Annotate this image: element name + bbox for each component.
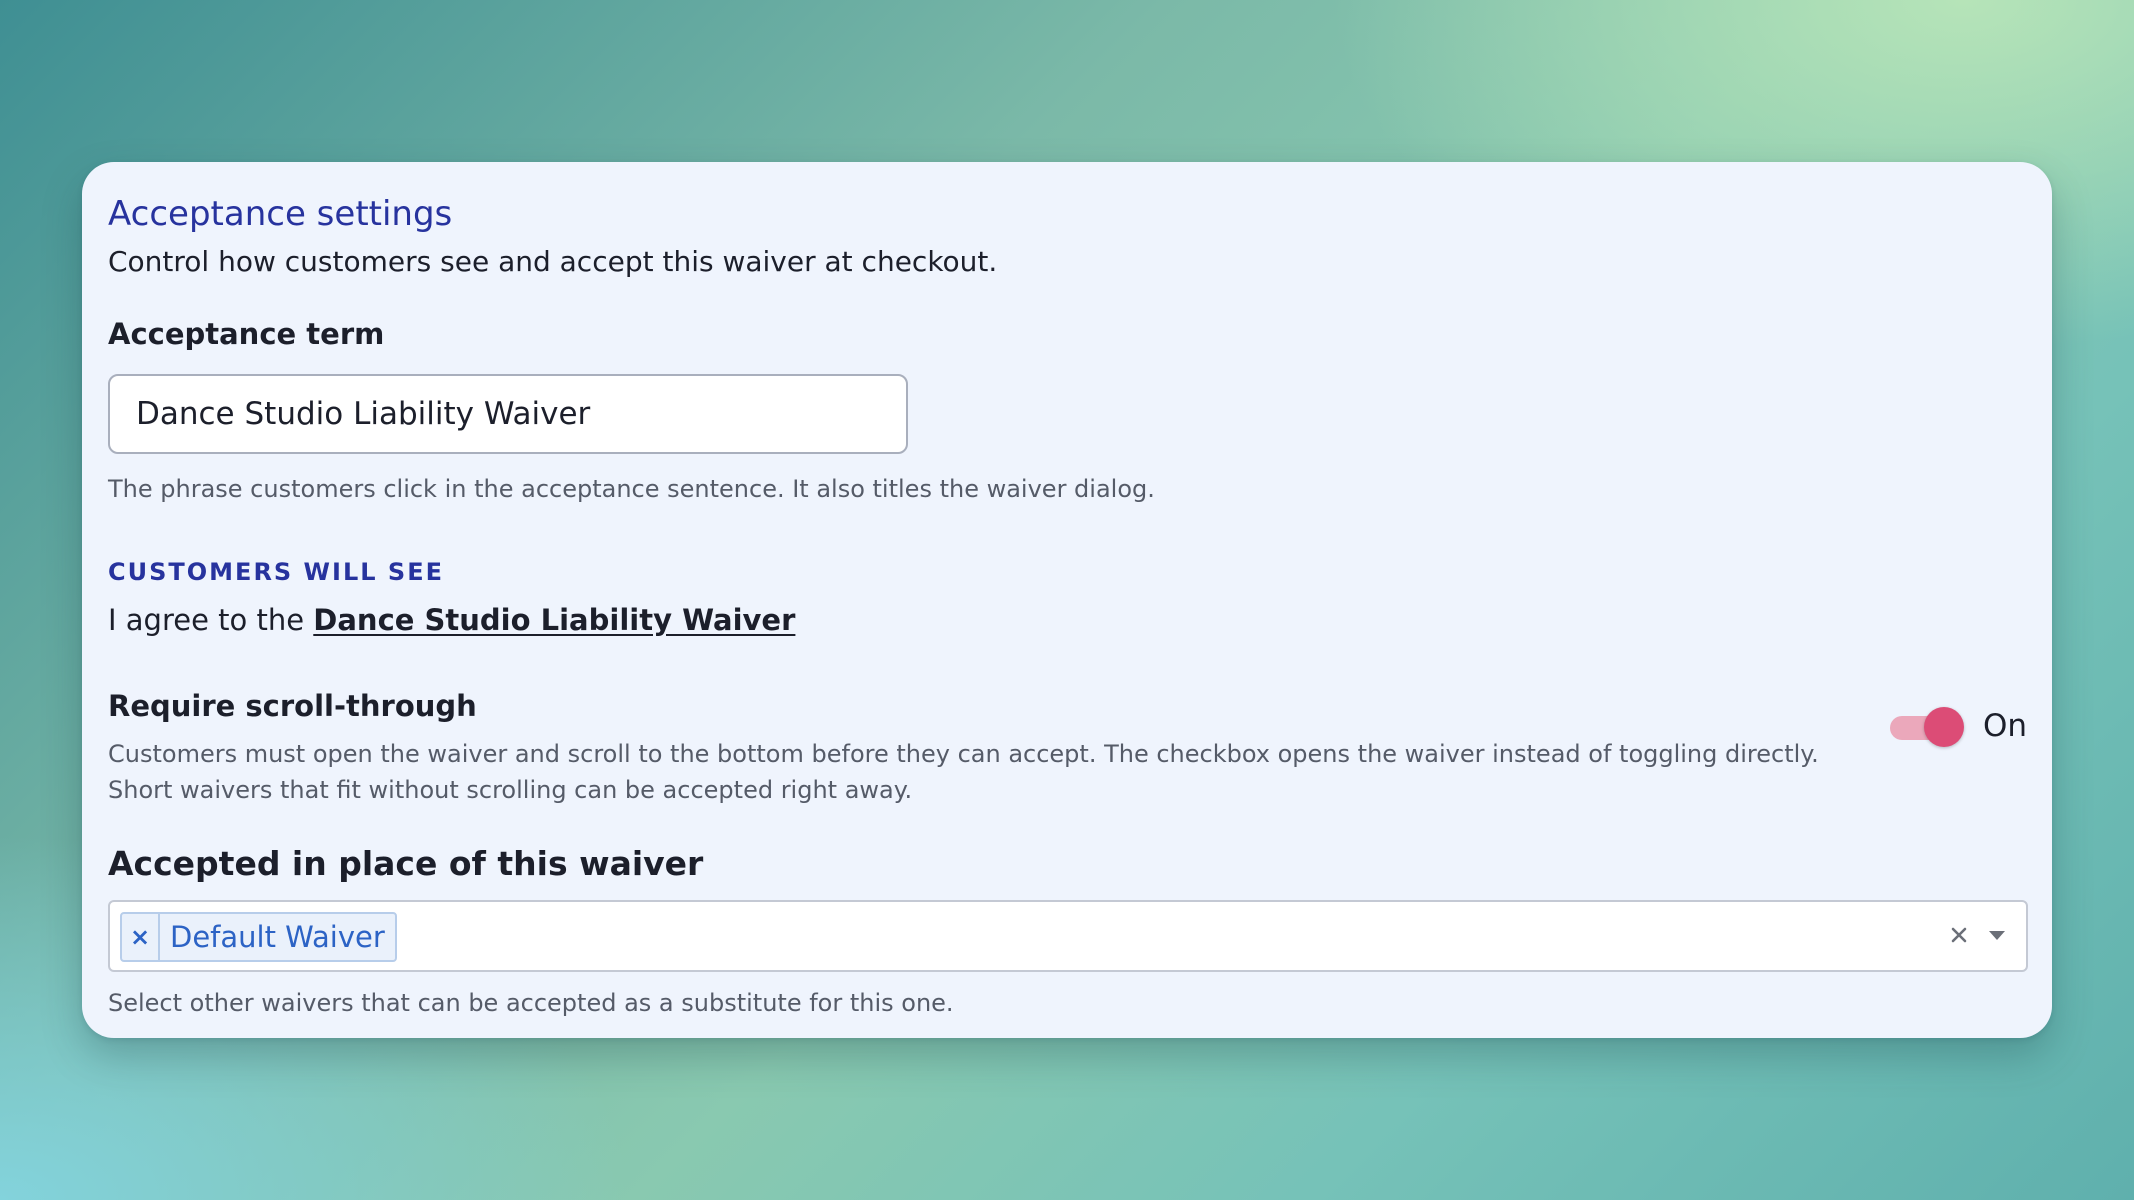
scroll-through-toggle[interactable] — [1890, 707, 1964, 747]
section-title: Acceptance settings — [108, 194, 453, 234]
acceptance-term-help: The phrase customers click in the accept… — [108, 475, 1155, 503]
scroll-through-description: Customers must open the waiver and scrol… — [108, 740, 1819, 804]
substitute-waivers-select[interactable]: × Default Waiver — [108, 900, 2028, 972]
acceptance-term-input[interactable] — [108, 374, 908, 454]
chip-label: Default Waiver — [170, 920, 385, 954]
substitute-waivers-help: Select other waivers that can be accepte… — [108, 989, 954, 1017]
selected-waiver-chip: × Default Waiver — [120, 912, 397, 962]
toggle-knob — [1924, 707, 1964, 747]
section-description: Control how customers see and accept thi… — [108, 245, 998, 278]
close-icon[interactable] — [1944, 920, 1974, 950]
chip-remove-button[interactable]: × — [122, 914, 160, 960]
scroll-through-label: Require scroll-through — [108, 689, 477, 723]
preview-label: CUSTOMERS WILL SEE — [108, 558, 444, 586]
preview-prefix: I agree to the — [108, 603, 314, 637]
acceptance-term-label: Acceptance term — [108, 317, 385, 351]
substitute-waivers-label: Accepted in place of this waiver — [108, 844, 704, 883]
preview-waiver-link[interactable]: Dance Studio Liability Waiver — [313, 603, 795, 637]
preview-sentence: I agree to the Dance Studio Liability Wa… — [108, 602, 795, 638]
chevron-down-icon[interactable] — [1982, 920, 2012, 950]
acceptance-settings-card: Acceptance settings Control how customer… — [82, 162, 2052, 1038]
toggle-state-text: On — [1983, 708, 2028, 744]
